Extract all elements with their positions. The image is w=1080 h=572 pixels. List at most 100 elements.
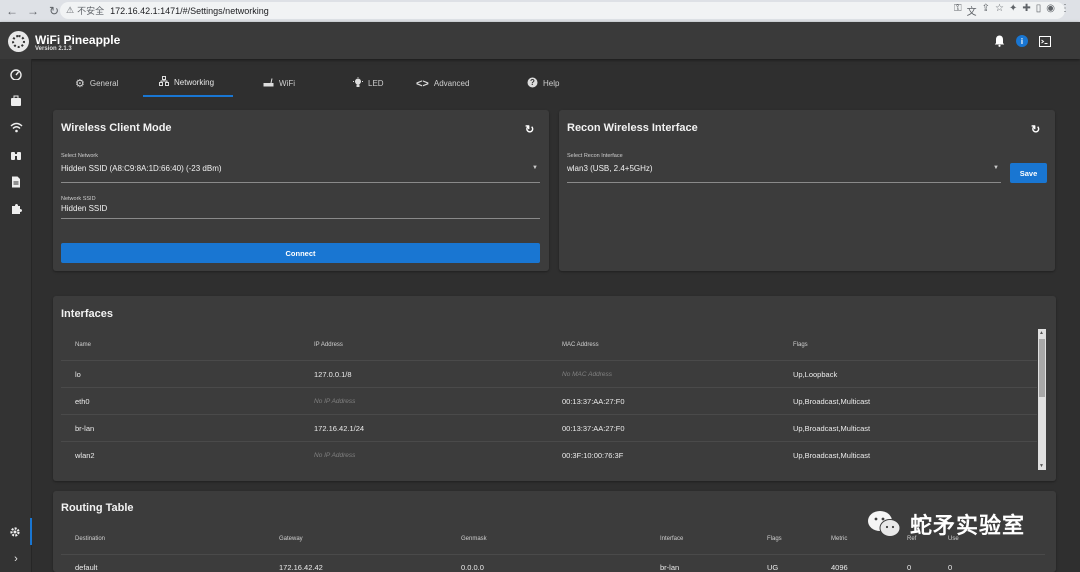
refresh-icon[interactable]: ↻ — [1031, 123, 1040, 136]
column-header: Interface — [660, 536, 684, 542]
browser-toolbar: ← → ↻ ⚠ 不安全 172.16.42.1:1471/#/Settings/… — [0, 0, 1080, 22]
card-title: Routing Table — [61, 502, 134, 514]
recon-interface-dropdown[interactable]: wlan3 (USB, 2.4+5GHz) — [567, 164, 653, 173]
select-network-dropdown[interactable]: Hidden SSID (A8:C9:8A:1D:66:40) (-23 dBm… — [61, 164, 222, 173]
cell-gateway: 172.16.42.42 — [279, 563, 323, 572]
select-recon-interface-label: Select Recon Interface — [567, 153, 623, 159]
connect-button[interactable]: Connect — [61, 243, 540, 263]
network-ssid-input[interactable]: Hidden SSID — [61, 204, 107, 213]
browser-extensions: ⚿ 文 ⇪ ☆ ✦ ✚ ▯ ◉ ⋮ — [954, 3, 1070, 18]
profile-icon[interactable]: ◉ — [1046, 3, 1055, 18]
table-row: default 172.16.42.42 0.0.0.0 br-lan UG 4… — [61, 554, 1045, 572]
cell-mac: 00:13:37:AA:27:F0 — [562, 424, 625, 433]
cell-flags: Up,Broadcast,Multicast — [793, 424, 871, 433]
tab-advanced[interactable]: <> Advanced — [405, 70, 505, 97]
wifi-icon[interactable] — [0, 114, 32, 141]
puzzle-icon[interactable]: ✚ — [1022, 3, 1030, 18]
tab-label: Advanced — [433, 79, 470, 88]
column-header: Destination — [75, 536, 106, 542]
wechat-logo-icon — [868, 511, 901, 537]
star-icon[interactable]: ☆ — [995, 3, 1004, 18]
cell-name: wlan2 — [75, 451, 95, 460]
table-row: wlan2 No IP Address 00:3F:10:00:76:3F Up… — [61, 441, 1037, 468]
modules-puzzle-icon[interactable] — [0, 195, 32, 222]
column-header: Metric — [831, 536, 848, 542]
card-title: Recon Wireless Interface — [567, 122, 698, 134]
cell-flags: Up,Loopback — [793, 370, 838, 379]
cell-name: eth0 — [75, 397, 90, 406]
card-title: Wireless Client Mode — [61, 122, 172, 134]
cell-ip: 172.16.42.1/24 — [314, 424, 365, 433]
expand-chevron-icon[interactable]: › — [0, 545, 32, 572]
scroll-down-icon[interactable]: ▼ — [1039, 463, 1044, 469]
table-row: lo 127.0.0.1/8 No MAC Address Up,Loopbac… — [61, 360, 1037, 387]
forward-icon[interactable]: → — [24, 2, 42, 20]
svg-text:?: ? — [530, 78, 535, 87]
security-label: 不安全 — [77, 6, 105, 16]
tab-led[interactable]: LED — [323, 70, 405, 97]
cell-ref: 0 — [907, 563, 912, 572]
tab-networking[interactable]: Networking — [143, 70, 233, 97]
lightbulb-icon — [353, 76, 363, 91]
cell-name: lo — [75, 370, 81, 379]
cell-name: br-lan — [75, 424, 95, 433]
tab-label: Help — [543, 79, 560, 88]
recon-binoculars-icon[interactable] — [0, 141, 32, 168]
back-icon[interactable]: ← — [3, 2, 21, 20]
menu-icon[interactable]: ⋮ — [1060, 3, 1070, 18]
cell-destination: default — [75, 563, 98, 572]
gear-icon: ⚙ — [75, 78, 85, 90]
refresh-icon[interactable]: ↻ — [525, 123, 534, 136]
share-icon[interactable]: ⇪ — [982, 3, 990, 18]
cell-ip: No IP Address — [314, 452, 356, 459]
code-icon: <> — [416, 77, 429, 90]
info-icon[interactable]: i — [1016, 35, 1028, 47]
address-bar[interactable]: ⚠ 不安全 172.16.42.1:1471/#/Settings/networ… — [60, 2, 1065, 19]
cell-ip: No IP Address — [314, 398, 356, 405]
terminal-icon[interactable] — [1038, 34, 1052, 48]
app-version: Version 2.1.3 — [35, 46, 72, 52]
tab-wifi[interactable]: WiFi — [233, 70, 323, 97]
warning-icon: ⚠ — [66, 5, 75, 15]
tab-label: General — [89, 79, 119, 88]
network-icon — [159, 76, 169, 89]
tab-label: LED — [368, 79, 384, 88]
cell-mac: 00:13:37:AA:27:F0 — [562, 397, 625, 406]
card-title: Interfaces — [61, 308, 113, 320]
key-icon[interactable]: ⚿ — [954, 3, 962, 18]
url-text: 172.16.42.1:1471/#/Settings/networking — [110, 5, 269, 16]
tab-general[interactable]: ⚙ General — [61, 70, 143, 97]
column-header: Name — [75, 342, 92, 348]
save-button[interactable]: Save — [1010, 163, 1047, 183]
select-network-label: Select Network — [61, 153, 98, 159]
scroll-thumb[interactable] — [1039, 339, 1045, 397]
help-icon: ? — [527, 77, 538, 91]
column-header: MAC Address — [562, 342, 599, 348]
extension-icon[interactable]: ✦ — [1009, 3, 1017, 18]
tab-label: Networking — [174, 78, 215, 87]
chevron-down-icon[interactable]: ▼ — [993, 165, 999, 171]
table-row: eth0 No IP Address 00:13:37:AA:27:F0 Up,… — [61, 387, 1037, 414]
app-title: WiFi Pineapple — [35, 33, 121, 47]
table-scrollbar[interactable]: ▲ ▼ — [1038, 329, 1046, 470]
cell-flags: Up,Broadcast,Multicast — [793, 397, 871, 406]
interfaces-card: Interfaces Name IP Address MAC Address F… — [53, 296, 1056, 481]
logs-icon[interactable] — [0, 168, 32, 195]
recon-interface-card: Recon Wireless Interface ↻ Select Recon … — [559, 110, 1055, 271]
scroll-up-icon[interactable]: ▲ — [1039, 330, 1044, 336]
dashboard-icon[interactable] — [0, 60, 32, 87]
bell-icon[interactable] — [992, 34, 1006, 48]
campaigns-icon[interactable] — [0, 87, 32, 114]
tab-label: WiFi — [279, 79, 295, 88]
sidebar-icon[interactable]: ▯ — [1036, 3, 1042, 18]
translate-icon[interactable]: 文 — [967, 3, 977, 18]
settings-gear-icon[interactable] — [0, 518, 32, 545]
table-row: br-lan 172.16.42.1/24 00:13:37:AA:27:F0 … — [61, 414, 1037, 441]
cell-interface: br-lan — [660, 563, 680, 572]
chevron-down-icon[interactable]: ▼ — [532, 165, 538, 171]
wireless-client-card: Wireless Client Mode ↻ Select Network Hi… — [53, 110, 549, 271]
settings-tabs: ⚙ General Networking WiFi LED <> Advance… — [61, 70, 585, 97]
column-header: Genmask — [461, 536, 487, 542]
router-icon — [263, 77, 274, 90]
tab-help[interactable]: ? Help — [505, 70, 585, 97]
